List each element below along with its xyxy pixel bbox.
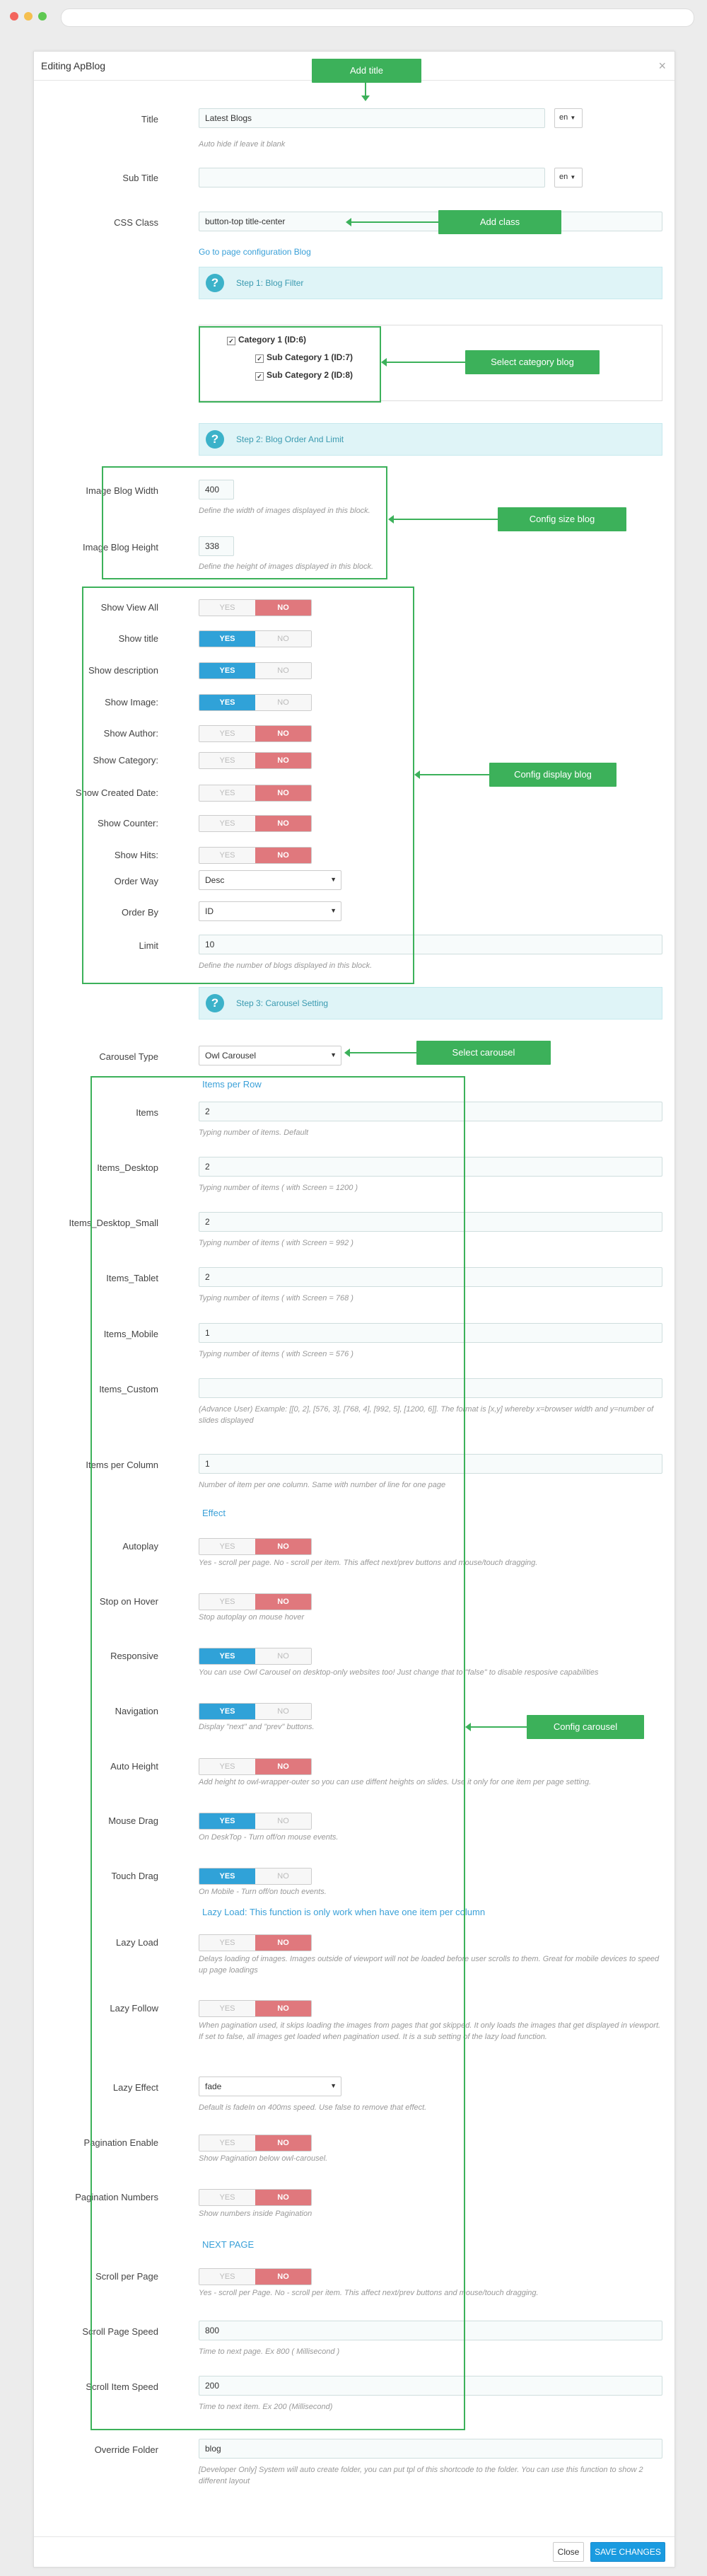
- annotation-display-box: [82, 587, 414, 984]
- step1-banner: ? Step 1: Blog Filter: [199, 267, 662, 299]
- annotation-config-carousel: Config carousel: [527, 1715, 644, 1739]
- title-help: Auto hide if leave it blank: [199, 140, 286, 149]
- step1-title: Step 1: Blog Filter: [236, 278, 304, 288]
- annotation-select-category: Select category blog: [465, 350, 600, 374]
- annotation-add-class: Add class: [438, 210, 561, 234]
- annotation-arrow: [414, 770, 489, 779]
- address-bar[interactable]: [61, 8, 694, 27]
- subtitle-lang-value: en: [559, 173, 568, 181]
- title-input[interactable]: Latest Blogs: [199, 108, 545, 128]
- override-folder-input[interactable]: blog: [199, 2439, 662, 2459]
- title-label: Title: [141, 114, 158, 125]
- help-icon: ?: [206, 274, 224, 292]
- annotation-config-size: Config size blog: [498, 507, 626, 531]
- override-folder-help: [Developer Only] System will auto create…: [199, 2466, 643, 2485]
- modal-title: Editing ApBlog: [41, 60, 106, 71]
- annotation-arrow: [344, 1049, 416, 1057]
- maximize-window-dot[interactable]: [38, 12, 47, 21]
- annotation-arrow: [381, 358, 465, 366]
- override-folder-label: Override Folder: [94, 2444, 158, 2455]
- carousel-type-label: Carousel Type: [99, 1051, 158, 1062]
- annotation-arrow: [465, 1723, 527, 1731]
- minimize-window-dot[interactable]: [24, 12, 33, 21]
- annotation-arrow: [346, 218, 438, 226]
- subtitle-lang-select[interactable]: en ▼: [554, 168, 583, 187]
- close-window-dot[interactable]: [10, 12, 18, 21]
- carousel-type-select[interactable]: Owl Carousel ▼: [199, 1046, 341, 1065]
- step2-banner: ? Step 2: Blog Order And Limit: [199, 423, 662, 456]
- annotation-select-carousel: Select carousel: [416, 1041, 551, 1065]
- carousel-type-value: Owl Carousel: [205, 1051, 257, 1061]
- annotation-arrow: [365, 83, 366, 97]
- modal-footer: Close SAVE CHANGES: [34, 2536, 674, 2567]
- help-icon: ?: [206, 994, 224, 1012]
- annotation-size-box: [102, 466, 387, 579]
- title-lang-select[interactable]: en ▼: [554, 108, 583, 128]
- annotation-carousel-box: [90, 1076, 465, 2430]
- close-icon[interactable]: ×: [658, 59, 666, 74]
- browser-chrome: [0, 0, 707, 35]
- subtitle-input[interactable]: [199, 168, 545, 187]
- annotation-category-box: [199, 326, 381, 403]
- chevron-down-icon: ▼: [570, 115, 576, 121]
- subtitle-label: Sub Title: [122, 173, 158, 183]
- chevron-down-icon: ▼: [330, 1051, 337, 1058]
- help-icon: ?: [206, 430, 224, 449]
- close-button[interactable]: Close: [553, 2542, 584, 2562]
- chevron-down-icon: ▼: [570, 174, 576, 180]
- annotation-add-title: Add title: [312, 59, 421, 83]
- css-class-label: CSS Class: [114, 217, 158, 228]
- annotation-arrow: [388, 515, 498, 524]
- config-page-link[interactable]: Go to page configuration Blog: [199, 247, 311, 257]
- step2-title: Step 2: Blog Order And Limit: [236, 434, 344, 444]
- annotation-config-display: Config display blog: [489, 763, 617, 787]
- edit-modal: Editing ApBlog × Title Latest Blogs en ▼…: [33, 51, 675, 2568]
- save-changes-button[interactable]: SAVE CHANGES: [590, 2542, 665, 2562]
- title-lang-value: en: [559, 113, 568, 122]
- step3-title: Step 3: Carousel Setting: [236, 998, 329, 1008]
- step3-banner: ? Step 3: Carousel Setting: [199, 987, 662, 1020]
- arrow-down-icon: [361, 96, 370, 101]
